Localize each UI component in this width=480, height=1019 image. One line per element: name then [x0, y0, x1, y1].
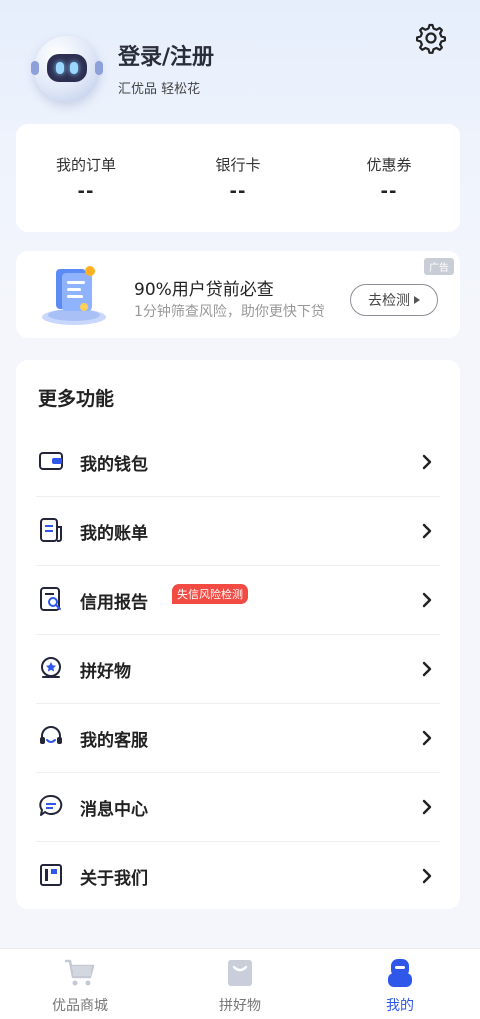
chevron-right-icon [422, 592, 432, 608]
bill-icon [40, 518, 62, 542]
gear-icon [416, 23, 446, 54]
stat-label: 我的订单 [55, 156, 116, 174]
menu-item-label: 我的客服 [80, 731, 148, 751]
stat-bank-cards[interactable]: 银行卡 -- [178, 154, 298, 202]
menu-item-label: 关于我们 [80, 869, 148, 889]
tab-label: 我的 [386, 998, 414, 1014]
menu-item-group-buy[interactable]: 拼好物 [36, 635, 440, 704]
ad-banner[interactable]: 广告 90%用户贷前必查 1分钟筛查风险，助你更快下贷 去检测 [16, 251, 460, 338]
menu-item-label: 我的钱包 [80, 455, 148, 475]
report-illustration-icon [42, 266, 106, 325]
section-title: 更多功能 [38, 388, 115, 410]
stat-orders[interactable]: 我的订单 -- [26, 154, 146, 202]
menu-item-label: 我的账单 [80, 524, 148, 544]
menu-item-about-us[interactable]: 关于我们 [36, 842, 440, 910]
more-functions-card: 更多功能 我的钱包 我的账单 信用报告 失信风险检测 拼好物 我的客服 消息中心… [16, 360, 460, 909]
risk-badge: 失信风险检测 [172, 584, 248, 604]
bottom-tab-bar: 优品商城 拼好物 我的 [0, 948, 480, 1019]
group-buy-icon [41, 657, 61, 678]
chevron-right-icon [422, 454, 432, 470]
settings-button[interactable] [413, 20, 449, 56]
chevron-right-icon [422, 868, 432, 884]
menu-item-wallet[interactable]: 我的钱包 [36, 428, 440, 497]
chevron-right-icon [422, 661, 432, 677]
stat-coupons[interactable]: 优惠券 -- [329, 154, 449, 202]
about-icon [40, 864, 62, 886]
menu-item-messages[interactable]: 消息中心 [36, 773, 440, 842]
menu-item-label: 信用报告 [80, 593, 148, 613]
customer-service-icon [40, 726, 62, 744]
bag-icon [228, 960, 252, 986]
tab-label: 优品商城 [52, 998, 108, 1014]
stat-label: 银行卡 [215, 156, 261, 174]
menu-item-customer-service[interactable]: 我的客服 [36, 704, 440, 773]
cart-icon [65, 959, 95, 986]
stat-value: -- [77, 181, 95, 202]
tab-label: 拼好物 [219, 998, 261, 1014]
stat-value: -- [229, 181, 247, 202]
stat-label: 优惠券 [366, 156, 412, 174]
avatar[interactable] [31, 36, 103, 102]
robot-face-icon [47, 54, 87, 82]
menu-item-credit-report[interactable]: 信用报告 失信风险检测 [36, 566, 440, 635]
ad-tag: 广告 [424, 258, 454, 275]
tab-mall[interactable]: 优品商城 [0, 949, 160, 1019]
user-icon [388, 959, 412, 987]
chevron-right-icon [422, 799, 432, 815]
ad-subtitle: 1分钟筛查风险，助你更快下贷 [134, 304, 325, 320]
chevron-right-icon [422, 730, 432, 746]
stat-value: -- [380, 181, 398, 202]
wallet-icon [39, 452, 63, 470]
ad-title: 90%用户贷前必查 [134, 280, 274, 300]
tab-mine[interactable]: 我的 [320, 949, 480, 1019]
credit-report-icon [40, 587, 61, 611]
tagline: 汇优品 轻松花 [118, 82, 201, 97]
login-register-link[interactable]: 登录/注册 [118, 39, 214, 71]
menu-item-bills[interactable]: 我的账单 [36, 497, 440, 566]
message-icon [39, 794, 63, 816]
detect-button[interactable]: 去检测 [350, 284, 438, 316]
menu-item-label: 消息中心 [80, 800, 148, 820]
detect-button-label: 去检测 [368, 293, 410, 309]
menu-item-label: 拼好物 [80, 662, 131, 682]
tab-group-buy[interactable]: 拼好物 [160, 949, 320, 1019]
chevron-right-icon [422, 523, 432, 539]
play-triangle-icon [414, 296, 420, 304]
stats-card: 我的订单 -- 银行卡 -- 优惠券 -- [16, 124, 460, 232]
